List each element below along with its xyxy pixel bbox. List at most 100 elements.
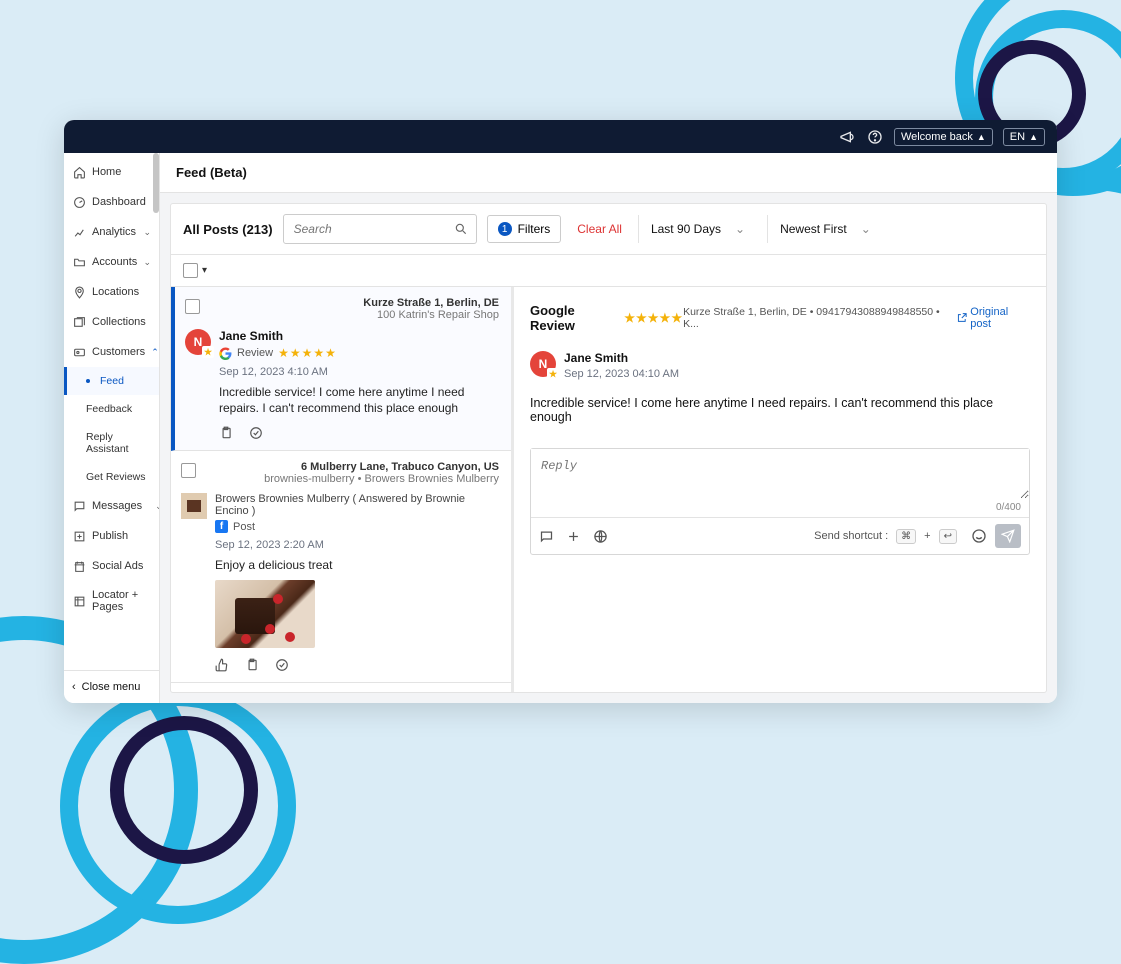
avatar: N ★: [530, 351, 556, 377]
chevron-left-icon: ‹: [72, 681, 76, 693]
emoji-icon[interactable]: [971, 528, 987, 544]
sidebar-item-collections[interactable]: Collections: [64, 307, 159, 337]
post-business: 100 Katrin's Repair Shop: [185, 309, 499, 321]
feed-list[interactable]: Kurze Straße 1, Berlin, DE 100 Katrin's …: [171, 287, 514, 692]
welcome-dropdown[interactable]: Welcome back ▲: [894, 128, 993, 146]
sidebar-label: Dashboard: [92, 196, 146, 208]
sidebar-item-reply-assistant[interactable]: Reply Assistant: [64, 423, 159, 463]
filters-label: Filters: [518, 222, 551, 236]
post-checkbox[interactable]: [181, 463, 196, 478]
sidebar-item-publish[interactable]: Publish: [64, 521, 159, 551]
clear-all-button[interactable]: Clear All: [571, 222, 628, 236]
thumbs-up-icon[interactable]: [215, 658, 229, 672]
search-input[interactable]: [292, 221, 454, 237]
chevron-down-icon: ⌄: [143, 227, 151, 238]
date-range-select[interactable]: Last 90 Days ⌄: [638, 215, 757, 243]
select-all-checkbox[interactable]: [183, 263, 198, 278]
sidebar-item-dashboard[interactable]: Dashboard: [64, 187, 159, 217]
check-circle-icon[interactable]: [275, 658, 289, 672]
plus-icon[interactable]: [566, 529, 581, 544]
analytics-icon: [72, 225, 86, 239]
sidebar-item-locations[interactable]: Locations: [64, 277, 159, 307]
sidebar-item-customers[interactable]: Customers ⌃: [64, 337, 159, 367]
sidebar-label: Analytics: [92, 226, 136, 238]
language-label: EN: [1010, 131, 1025, 143]
post-author: Jane Smith: [219, 329, 499, 343]
source-label: Review: [237, 347, 273, 359]
detail-text: Incredible service! I come here anytime …: [530, 396, 1030, 424]
search-icon: [454, 222, 468, 236]
chevron-up-icon: ⌃: [151, 347, 159, 358]
chevron-down-icon: ⌄: [143, 257, 151, 268]
sidebar-item-accounts[interactable]: Accounts ⌄: [64, 247, 159, 277]
locator-icon: [72, 594, 86, 608]
ads-icon: [72, 559, 86, 573]
filter-bar: All Posts (213) 1 Filters Clear All Last…: [171, 204, 1046, 255]
check-circle-icon[interactable]: [249, 426, 263, 440]
welcome-label: Welcome back: [901, 131, 973, 143]
sidebar-item-messages[interactable]: Messages ⌄: [64, 491, 159, 521]
messages-icon: [72, 499, 86, 513]
template-icon[interactable]: [539, 529, 554, 544]
pin-icon: [72, 285, 86, 299]
chevron-down-icon: ⌄: [735, 222, 745, 236]
star-badge-icon: ★: [202, 346, 214, 358]
post-date: Sep 12, 2023 2:20 AM: [215, 539, 499, 551]
post-image-thumbnail[interactable]: [215, 580, 315, 648]
sidebar-label: Messages: [92, 500, 142, 512]
sidebar-label: Locations: [92, 286, 139, 298]
language-dropdown[interactable]: EN ▲: [1003, 128, 1045, 146]
send-button[interactable]: [995, 524, 1021, 548]
chevron-down-icon[interactable]: ▾: [202, 265, 207, 276]
sidebar-item-feed[interactable]: Feed: [64, 367, 159, 395]
publish-icon: [72, 529, 86, 543]
chevron-down-icon: ⌄: [861, 222, 871, 236]
original-post-link[interactable]: Original post: [956, 306, 1030, 330]
avatar: [181, 493, 207, 519]
post-author-line: Browers Brownies Mulberry ( Answered by …: [215, 493, 499, 517]
post-location: Kurze Straße 1, Berlin, DE: [185, 297, 499, 309]
post-checkbox[interactable]: [185, 299, 200, 314]
detail-pane: Google Review ★★★★★ Kurze Straße 1, Berl…: [514, 287, 1046, 692]
sidebar-item-get-reviews[interactable]: Get Reviews: [64, 463, 159, 491]
facebook-icon: f: [215, 520, 228, 533]
sidebar-item-home[interactable]: Home: [64, 157, 159, 187]
star-rating: ★★★★★: [278, 346, 337, 360]
sidebar-item-locator-pages[interactable]: Locator + Pages: [64, 581, 159, 621]
chevron-down-icon: ⌄: [155, 501, 160, 512]
sidebar-item-feedback[interactable]: Feedback: [64, 395, 159, 423]
filters-button[interactable]: 1 Filters: [487, 215, 562, 243]
sidebar-label: Collections: [92, 316, 146, 328]
dashboard-icon: [72, 195, 86, 209]
sidebar-label: Feed: [100, 375, 124, 387]
sidebar-item-social-ads[interactable]: Social Ads: [64, 551, 159, 581]
sidebar-label: Accounts: [92, 256, 137, 268]
topbar: Welcome back ▲ EN ▲: [64, 120, 1057, 153]
plus-text: +: [924, 530, 930, 542]
date-range-value: Last 90 Days: [651, 222, 721, 236]
clipboard-icon[interactable]: [245, 658, 259, 672]
shortcut-label: Send shortcut :: [814, 530, 888, 542]
reply-counter: 0/400: [531, 502, 1029, 517]
sort-select[interactable]: Newest First ⌄: [767, 215, 883, 243]
sidebar-label: Feedback: [86, 403, 132, 415]
sidebar-label: Get Reviews: [86, 471, 146, 483]
post-business: brownies-mulberry • Browers Brownies Mul…: [181, 473, 499, 485]
post-card[interactable]: Kurze Straße 1, Berlin, DE 100 Katrin's …: [171, 287, 511, 451]
post-card[interactable]: 6 Mulberry Lane, Trabuco Canyon, US brow…: [171, 451, 511, 682]
translate-icon[interactable]: [593, 529, 608, 544]
kbd-key: ⌘: [896, 529, 916, 544]
post-card[interactable]: 6 Mulberry Lane, Trabuco Canyon, US brow…: [171, 683, 511, 692]
sidebar-item-analytics[interactable]: Analytics ⌄: [64, 217, 159, 247]
close-menu-button[interactable]: ‹ Close menu: [64, 670, 159, 703]
sidebar: Home Dashboard Analytics ⌄ Accounts ⌄: [64, 153, 160, 703]
google-icon: [219, 347, 232, 360]
customers-icon: [72, 345, 86, 359]
reply-textarea[interactable]: [531, 449, 1029, 499]
clipboard-icon[interactable]: [219, 426, 233, 440]
announce-icon[interactable]: [838, 128, 856, 146]
post-text: Incredible service! I come here anytime …: [219, 384, 499, 416]
main-content: Feed (Beta) All Posts (213) 1 Filters Cl…: [160, 153, 1057, 703]
help-icon[interactable]: [866, 128, 884, 146]
search-input-wrapper[interactable]: [283, 214, 477, 244]
